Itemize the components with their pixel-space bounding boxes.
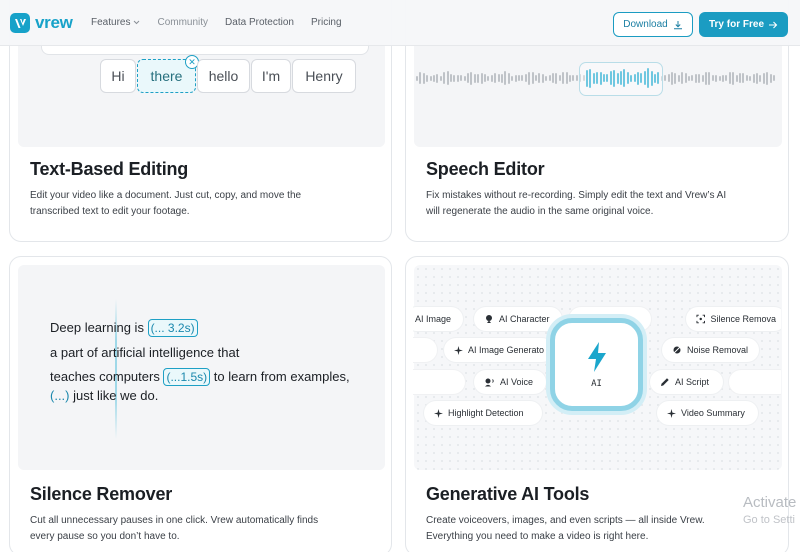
download-label: Download [623,19,668,30]
nav-pricing-label: Pricing [310,17,342,28]
pill-noise-removal[interactable]: Noise Removal [662,338,759,362]
download-icon [673,20,682,29]
pill-label: Silence Remova [710,314,776,324]
nav-pricing[interactable]: Pricing [311,17,342,28]
pill-blank [413,338,437,362]
ai-tile-label: AI [591,378,602,389]
activation-watermark-title: Activate [743,494,797,511]
pill-highlight-detection[interactable]: Highlight Detection [424,401,542,425]
transcript-text: Deep learning is [50,320,148,335]
pill-label: Noise Removal [687,345,749,355]
card-desc-line2: will regenerate the audio in the same or… [426,206,654,217]
pill-silence-removal[interactable]: Silence Remova [686,307,781,331]
pill-label: AI Script [675,377,710,387]
card-desc-line2: transcribed text to edit your footage. [30,206,190,217]
pencil-icon [661,378,669,386]
word-chip-there-label: there [150,68,183,84]
sparkle-icon [667,408,676,418]
card-desc-line1: Edit your video like a document. Just cu… [30,190,302,201]
pause-marker[interactable]: (...) [50,388,70,403]
pill-label: AI Image [415,314,452,324]
card-title: Generative AI Tools [426,484,590,504]
word-chip-henry[interactable]: Henry [292,59,356,93]
nav-features[interactable]: Features [91,17,140,28]
card-title: Text-Based Editing [30,159,189,179]
word-chip-im[interactable]: I'm [251,59,291,93]
sparkle-icon [454,345,463,355]
card-desc-line2: every pause so you don’t have to. [30,531,180,542]
voice-icon [485,378,494,387]
transcript-line-2: a part of artificial intelligence that [50,345,240,360]
try-label: Try for Free [708,19,765,30]
pill-ai-image-generator[interactable]: AI Image Generato [444,338,554,362]
card-title: Silence Remover [30,484,173,504]
card-silence-remover: Silence Remover Cut all unnecessary paus… [9,256,392,552]
lightning-icon [587,341,606,372]
silence-removal-icon [696,314,705,324]
vrew-logo-icon [10,13,30,33]
download-button[interactable]: Download [613,12,693,37]
transcript-text: to learn from examples, [210,369,350,384]
sparkle-icon [434,408,443,418]
word-chip-hello[interactable]: hello [197,59,250,93]
nav-community[interactable]: Community [157,17,208,28]
pill-video-summary[interactable]: Video Summary [657,401,758,425]
activation-watermark-subtitle: Go to Setti [743,514,795,526]
ai-lightning-tile: AI [550,318,643,411]
nav-data-protection-label: Data Protection [225,17,294,28]
pill-ai-image[interactable]: AI Image [413,307,463,331]
pause-marker[interactable]: (... 3.2s) [147,319,198,337]
nav-features-label: Features [91,17,131,28]
character-icon [486,315,492,323]
pill-label: AI Character [499,314,550,324]
main-nav: Features Community Data Protection Prici… [91,17,359,28]
pill-label: AI Voice [500,377,534,387]
word-chip-hello-label: hello [208,68,239,84]
top-nav-bar: vrew Features Community Data Protection … [0,0,800,46]
word-chip-im-label: I'm [261,68,281,84]
try-for-free-button[interactable]: Try for Free [699,12,788,37]
pill-blank [729,370,781,394]
pill-ai-character[interactable]: AI Character [474,307,562,331]
nav-community-label: Community [157,17,209,28]
pill-label: Video Summary [681,408,745,418]
card-desc-line1: Create voiceovers, images, and even scri… [426,515,705,526]
vrew-logo[interactable]: vrew [10,13,73,33]
transcript-line-4: (...) just like we do. [50,388,158,403]
pill-ai-script[interactable]: AI Script [650,370,723,394]
chevron-down-icon [134,20,140,25]
word-chip-hi[interactable]: Hi [100,59,136,93]
noise-removal-icon [673,346,681,354]
card-desc-line1: Cut all unnecessary pauses in one click.… [30,515,319,526]
pill-blank [413,370,465,394]
nav-data-protection[interactable]: Data Protection [225,17,294,28]
pause-marker[interactable]: (...1.5s) [163,368,211,386]
waveform-selection[interactable] [579,62,663,96]
pill-label: AI Image Generato [467,345,544,355]
transcript-line-1: Deep learning is (... 3.2s) [50,319,198,337]
card-title: Speech Editor [426,159,545,179]
word-chip-henry-label: Henry [305,68,343,84]
logo-text: vrew [35,13,73,32]
card-desc-line1: Fix mistakes without re-recording. Simpl… [426,190,727,201]
arrow-right-icon [769,21,778,28]
card-desc-line2: Everything you need to make a video is r… [426,531,649,542]
transcript-line-3: teaches computers (...1.5s) to learn fro… [50,368,350,386]
pill-ai-voice[interactable]: AI Voice [474,370,546,394]
word-chip-hi-label: Hi [111,68,125,84]
pill-label: Highlight Detection [448,408,524,418]
transcript-text: just like we do. [69,388,159,403]
transcript-text: teaches computers [50,369,164,384]
